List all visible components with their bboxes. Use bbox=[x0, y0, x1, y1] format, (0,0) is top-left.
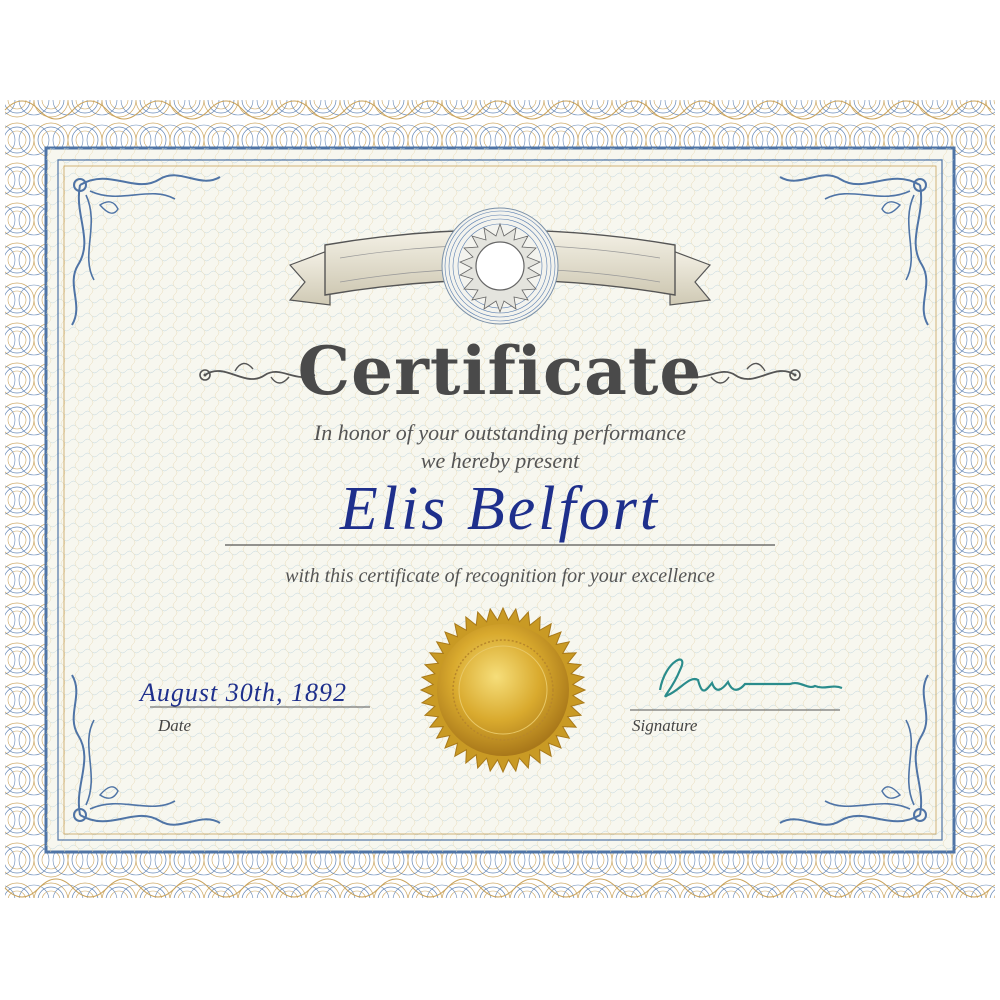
signature-label: Signature bbox=[632, 716, 698, 735]
recipient-name: Elis Belfort bbox=[339, 475, 661, 543]
date-label: Date bbox=[158, 716, 192, 735]
gold-seal-icon bbox=[419, 606, 587, 774]
rosette-medallion-icon bbox=[441, 207, 559, 325]
recognition-line: with this certificate of recognition for… bbox=[285, 565, 715, 587]
present-line: we hereby present bbox=[420, 448, 580, 473]
certificate-title: Certificate bbox=[297, 332, 703, 410]
honor-line: In honor of your outstanding performance bbox=[313, 420, 687, 445]
date-value: August 30th, 1892 bbox=[140, 678, 347, 707]
